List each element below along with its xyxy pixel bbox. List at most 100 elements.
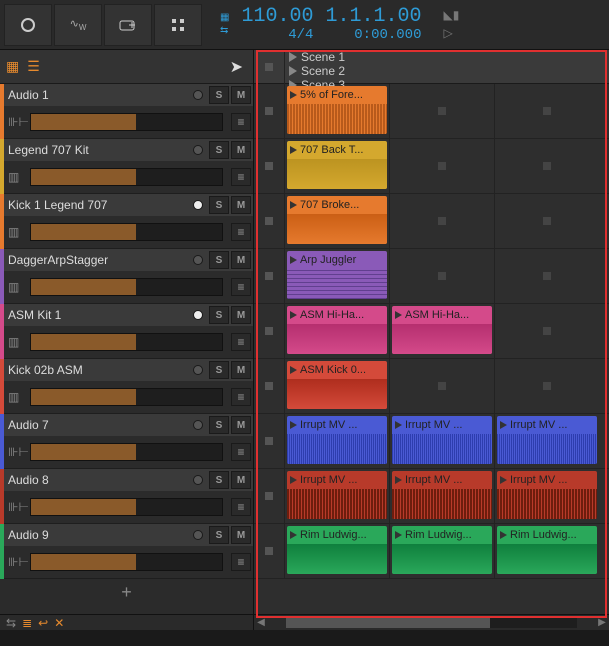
- record-arm-button[interactable]: [193, 90, 203, 100]
- scroll-right-icon[interactable]: ▶: [595, 617, 609, 628]
- empty-clip-slot[interactable]: [494, 249, 599, 303]
- grid-view-icon[interactable]: ▦: [6, 58, 19, 75]
- clip[interactable]: Irrupt MV ...: [497, 471, 597, 519]
- solo-button[interactable]: S: [209, 251, 229, 269]
- mute-button[interactable]: M: [231, 471, 251, 489]
- track-menu-button[interactable]: ≡: [231, 553, 251, 571]
- position-display[interactable]: 1.1.1.00 0:00.000: [325, 6, 421, 43]
- track-name[interactable]: Legend 707 Kit: [4, 143, 193, 157]
- track-name[interactable]: Audio 9: [4, 528, 193, 542]
- record-arm-button[interactable]: [193, 255, 203, 265]
- stop-track-button[interactable]: [265, 107, 273, 115]
- horizontal-scrollbar[interactable]: [286, 618, 577, 628]
- clip[interactable]: ASM Hi-Ha...: [287, 306, 387, 354]
- track-name[interactable]: Kick 02b ASM: [4, 363, 193, 377]
- record-arm-button[interactable]: [193, 145, 203, 155]
- list-mode-icon[interactable]: ≣: [22, 616, 32, 630]
- volume-slider[interactable]: [30, 278, 223, 296]
- track-name[interactable]: Audio 8: [4, 473, 193, 487]
- record-arm-button[interactable]: [193, 310, 203, 320]
- pointer-tool-icon[interactable]: ➤: [230, 57, 247, 77]
- solo-button[interactable]: S: [209, 141, 229, 159]
- volume-slider[interactable]: [30, 223, 223, 241]
- track-menu-button[interactable]: ≡: [231, 168, 251, 186]
- volume-slider[interactable]: [30, 498, 223, 516]
- empty-clip-slot[interactable]: [494, 84, 599, 138]
- clip[interactable]: Rim Ludwig...: [497, 526, 597, 574]
- mute-button[interactable]: M: [231, 526, 251, 544]
- clip[interactable]: Irrupt MV ...: [392, 471, 492, 519]
- solo-button[interactable]: S: [209, 416, 229, 434]
- mute-button[interactable]: M: [231, 416, 251, 434]
- empty-clip-slot[interactable]: [494, 194, 599, 248]
- stop-track-button[interactable]: [265, 272, 273, 280]
- loop-icon[interactable]: ▦: [220, 12, 229, 23]
- mute-button[interactable]: M: [231, 86, 251, 104]
- clip[interactable]: 5% of Fore...: [287, 86, 387, 134]
- track-name[interactable]: ASM Kit 1: [4, 308, 193, 322]
- track-menu-button[interactable]: ≡: [231, 498, 251, 516]
- automation-write-button[interactable]: ∿W: [54, 4, 102, 46]
- clip[interactable]: Irrupt MV ...: [392, 416, 492, 464]
- mute-button[interactable]: M: [231, 361, 251, 379]
- list-view-icon[interactable]: ☰: [27, 58, 40, 75]
- empty-clip-slot[interactable]: [389, 84, 494, 138]
- track-name[interactable]: Audio 1: [4, 88, 193, 102]
- empty-clip-slot[interactable]: [389, 359, 494, 413]
- metronome-icon[interactable]: ◣▮: [443, 8, 459, 22]
- solo-button[interactable]: S: [209, 361, 229, 379]
- clip[interactable]: Irrupt MV ...: [287, 416, 387, 464]
- track-name[interactable]: Kick 1 Legend 707: [4, 198, 193, 212]
- record-arm-button[interactable]: [193, 530, 203, 540]
- shuffle-icon[interactable]: ⇆: [6, 616, 16, 630]
- stop-track-button[interactable]: [265, 382, 273, 390]
- track-menu-button[interactable]: ≡: [231, 223, 251, 241]
- volume-slider[interactable]: [30, 388, 223, 406]
- stop-track-button[interactable]: [265, 162, 273, 170]
- track-name[interactable]: DaggerArpStagger: [4, 253, 193, 267]
- track-menu-button[interactable]: ≡: [231, 113, 251, 131]
- solo-button[interactable]: S: [209, 196, 229, 214]
- volume-slider[interactable]: [30, 553, 223, 571]
- mute-button[interactable]: M: [231, 141, 251, 159]
- mute-button[interactable]: M: [231, 306, 251, 324]
- solo-button[interactable]: S: [209, 306, 229, 324]
- clip[interactable]: Rim Ludwig...: [287, 526, 387, 574]
- stop-track-button[interactable]: [265, 327, 273, 335]
- mute-button[interactable]: M: [231, 196, 251, 214]
- tempo-display[interactable]: 110.00 4/4: [241, 6, 313, 43]
- clip[interactable]: Irrupt MV ...: [287, 471, 387, 519]
- track-menu-button[interactable]: ≡: [231, 388, 251, 406]
- sync-icon[interactable]: ⇆: [220, 25, 229, 36]
- record-arm-button[interactable]: [193, 200, 203, 210]
- clip[interactable]: 707 Back T...: [287, 141, 387, 189]
- scroll-left-icon[interactable]: ◀: [254, 617, 268, 628]
- clip-launcher-button[interactable]: [154, 4, 202, 46]
- empty-clip-slot[interactable]: [494, 139, 599, 193]
- record-arm-button[interactable]: [193, 420, 203, 430]
- stop-all-button[interactable]: [265, 63, 273, 71]
- volume-slider[interactable]: [30, 113, 223, 131]
- scene-cell-2[interactable]: Scene 2: [284, 64, 389, 78]
- stop-track-button[interactable]: [265, 492, 273, 500]
- volume-slider[interactable]: [30, 333, 223, 351]
- mute-button[interactable]: M: [231, 251, 251, 269]
- track-name[interactable]: Audio 7: [4, 418, 193, 432]
- track-menu-button[interactable]: ≡: [231, 333, 251, 351]
- track-menu-button[interactable]: ≡: [231, 278, 251, 296]
- record-arm-button[interactable]: [193, 365, 203, 375]
- clip[interactable]: 707 Broke...: [287, 196, 387, 244]
- clip[interactable]: ASM Hi-Ha...: [392, 306, 492, 354]
- scene-cell-1[interactable]: Scene 1: [284, 50, 389, 64]
- overdub-button[interactable]: [104, 4, 152, 46]
- return-icon[interactable]: ↩: [38, 616, 48, 630]
- volume-slider[interactable]: [30, 168, 223, 186]
- solo-button[interactable]: S: [209, 86, 229, 104]
- volume-slider[interactable]: [30, 443, 223, 461]
- stop-track-button[interactable]: [265, 437, 273, 445]
- track-menu-button[interactable]: ≡: [231, 443, 251, 461]
- clip[interactable]: Rim Ludwig...: [392, 526, 492, 574]
- empty-clip-slot[interactable]: [389, 139, 494, 193]
- empty-clip-slot[interactable]: [494, 359, 599, 413]
- stop-track-button[interactable]: [265, 217, 273, 225]
